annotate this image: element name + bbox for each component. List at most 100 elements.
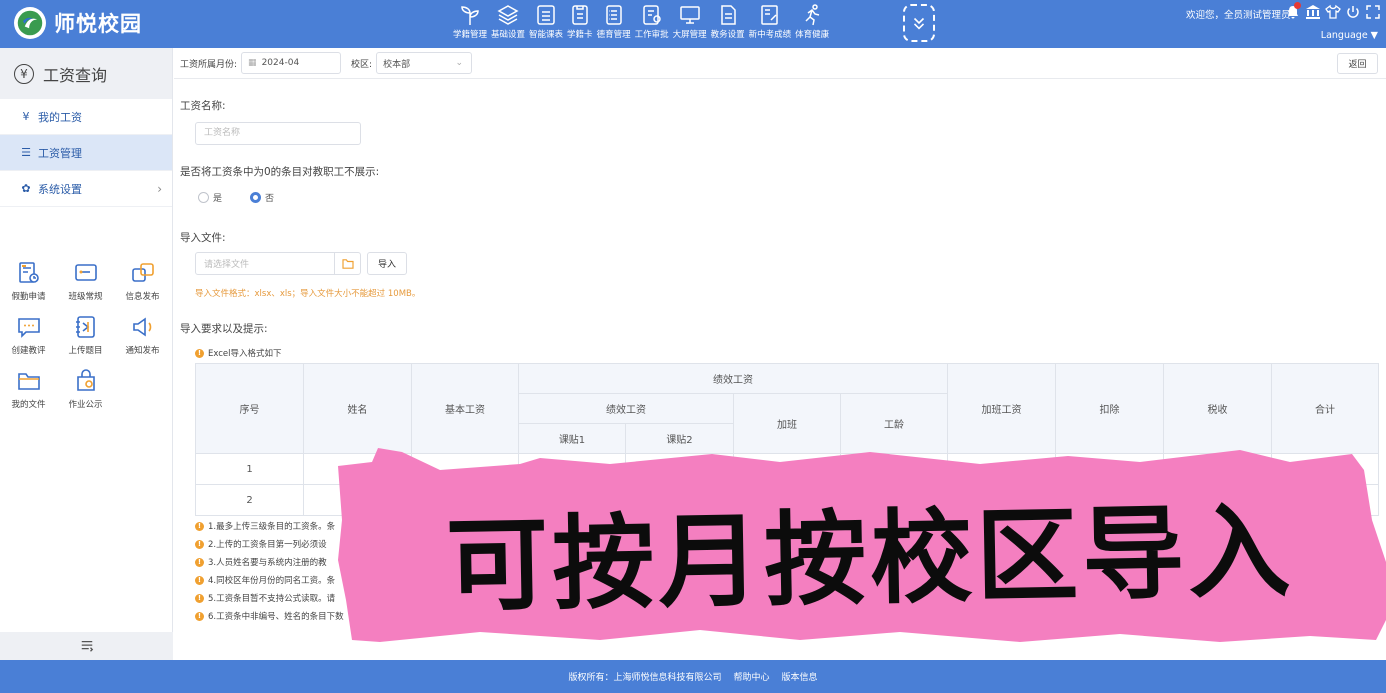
approval-icon bbox=[642, 5, 661, 25]
logo-icon bbox=[14, 7, 46, 39]
table-header: 扣除 bbox=[1055, 363, 1164, 454]
sidebar-item-my-salary[interactable]: ¥ 我的工资 bbox=[0, 99, 172, 135]
excel-format-tip: ! Excel导入格式如下 bbox=[195, 344, 282, 362]
table-header: 课贴1 bbox=[518, 423, 626, 454]
nav-student-card[interactable]: 学籍卡 bbox=[567, 0, 593, 48]
quick-class-routine[interactable]: 班级常规 bbox=[57, 260, 114, 302]
list-item: ! 6.工资条中非编号、姓名的条目下数 bbox=[195, 607, 344, 625]
nav-label: 学籍管理 bbox=[453, 30, 488, 40]
language-selector[interactable]: Language ▼ bbox=[1321, 30, 1378, 41]
version-info-link[interactable]: 版本信息 bbox=[782, 670, 818, 683]
bell-icon[interactable] bbox=[1285, 2, 1301, 20]
nav-sports-health[interactable]: 体育健康 bbox=[795, 0, 829, 48]
nav-label: 学籍卡 bbox=[567, 30, 593, 40]
sidebar-item-label: 我的工资 bbox=[38, 110, 82, 124]
table-row: 2 bbox=[195, 484, 1379, 516]
list-item: ! 5.工资条目暂不支持公式读取。请 bbox=[195, 589, 344, 607]
file-input[interactable]: 请选择文件 bbox=[195, 252, 361, 275]
radio-no[interactable] bbox=[250, 192, 262, 203]
nav-label: 工作审批 bbox=[634, 30, 669, 40]
yen-icon: ¥ bbox=[14, 63, 34, 84]
list-item: ! 3.人员姓名要与系统内注册的教 bbox=[195, 553, 344, 571]
info-icon: ! bbox=[195, 539, 204, 549]
layers-icon bbox=[497, 5, 519, 25]
document-icon bbox=[720, 5, 736, 25]
nav-exam-scores[interactable]: 新中考成绩 bbox=[749, 0, 791, 48]
card-icon bbox=[572, 5, 588, 25]
month-picker[interactable]: ▦ 2024-04 bbox=[241, 52, 342, 74]
table-header: 绩效工资 bbox=[518, 363, 948, 394]
filter-bar: 工资所属月份: ▦ 2024-04 校区: 校本部 ⌄ 返回 bbox=[174, 48, 1386, 79]
radio-yes[interactable] bbox=[198, 192, 209, 203]
info-icon: ! bbox=[195, 521, 204, 531]
nav-academic-settings[interactable]: 教务设置 bbox=[711, 0, 745, 48]
notification-dot bbox=[1294, 2, 1301, 9]
app-logo[interactable]: 师悦校园 bbox=[14, 7, 142, 39]
table-header: 税收 bbox=[1163, 363, 1272, 454]
footer: 版权所有：上海师悦信息科技有限公司 帮助中心 版本信息 bbox=[0, 660, 1386, 693]
table-row: 1 师悦1 bbox=[195, 453, 1379, 485]
yen-icon: ¥ bbox=[22, 110, 30, 123]
quick-create-evaluation[interactable]: 创建教评 bbox=[0, 314, 57, 356]
sidebar-item-system-settings[interactable]: ✿ 系统设置 › bbox=[0, 171, 172, 207]
school-icon[interactable] bbox=[1305, 4, 1321, 20]
quick-info-publish[interactable]: 信息发布 bbox=[114, 260, 171, 302]
class-icon bbox=[74, 264, 97, 281]
table-header: 课贴2 bbox=[625, 423, 734, 454]
salary-name-input[interactable]: 工资名称 bbox=[195, 122, 361, 145]
table-header: 姓名 bbox=[303, 363, 412, 454]
nav-label: 德育管理 bbox=[596, 30, 631, 40]
info-icon: ! bbox=[195, 557, 204, 567]
nav-label: 体育健康 bbox=[795, 30, 830, 40]
table-cell bbox=[303, 484, 412, 516]
folder-icon[interactable] bbox=[334, 253, 360, 274]
sidebar-title: 工资查询 bbox=[43, 65, 108, 85]
campus-select[interactable]: 校本部 ⌄ bbox=[376, 52, 473, 74]
doc-list-icon bbox=[605, 5, 622, 25]
excel-format-table: 序号 姓名 基本工资 绩效工资 加班工资 扣除 税收 合计 绩效工资 加班 工龄… bbox=[195, 363, 1379, 516]
nav-smart-schedule[interactable]: 智能课表 bbox=[529, 0, 563, 48]
table-header: 基本工资 bbox=[411, 363, 519, 454]
nav-label: 教务设置 bbox=[710, 30, 745, 40]
chevron-down-icon: ⌄ bbox=[455, 58, 464, 68]
welcome-text: 欢迎您，全员测试管理员 bbox=[1186, 10, 1291, 21]
quick-leave-request[interactable]: 假勤申请 bbox=[0, 260, 57, 302]
speaker-icon bbox=[132, 317, 151, 337]
nav-student-records[interactable]: 学籍管理 bbox=[453, 0, 487, 48]
monitor-icon bbox=[679, 6, 700, 24]
nav-work-approval[interactable]: 工作审批 bbox=[635, 0, 669, 48]
nav-more-button[interactable] bbox=[903, 4, 935, 42]
nav-basic-settings[interactable]: 基础设置 bbox=[491, 0, 525, 48]
quick-my-files[interactable]: 我的文件 bbox=[0, 368, 57, 410]
list-item: ! 1.最多上传三级条目的工资条。条 bbox=[195, 517, 344, 535]
sprout-icon bbox=[461, 6, 479, 25]
comment-icon bbox=[17, 318, 40, 338]
hide-zero-radio-group: 是 否 bbox=[198, 191, 274, 204]
info-icon: ! bbox=[195, 593, 204, 603]
sidebar-item-salary-management[interactable]: ☰ 工资管理 bbox=[0, 135, 172, 171]
list-item: ! 4.同校区年份月份的同名工资。条 bbox=[195, 571, 344, 589]
info-icon: ! bbox=[195, 348, 204, 358]
table-header: 工龄 bbox=[840, 393, 948, 454]
nav-screen-management[interactable]: 大屏管理 bbox=[673, 0, 707, 48]
sidebar-item-label: 系统设置 bbox=[38, 182, 82, 196]
help-center-link[interactable]: 帮助中心 bbox=[733, 670, 769, 683]
table-header: 加班 bbox=[733, 393, 841, 454]
quick-notice-publish[interactable]: 通知发布 bbox=[114, 314, 171, 356]
score-icon bbox=[761, 5, 778, 25]
import-button[interactable]: 导入 bbox=[367, 252, 407, 275]
fullscreen-icon[interactable] bbox=[1365, 4, 1381, 20]
nav-moral-education[interactable]: 德育管理 bbox=[597, 0, 631, 48]
quick-upload-questions[interactable]: 上传题目 bbox=[57, 314, 114, 356]
app-title: 师悦校园 bbox=[54, 12, 142, 36]
quick-homework-publicity[interactable]: 作业公示 bbox=[57, 368, 114, 410]
chevron-double-down-icon bbox=[913, 17, 925, 30]
file-format-note: 导入文件格式：xlsx、xls；导入文件大小不能超过 10MB。 bbox=[195, 289, 421, 299]
shirt-icon[interactable] bbox=[1325, 4, 1341, 20]
sidebar-collapse-button[interactable] bbox=[0, 632, 173, 660]
table-header: 序号 bbox=[195, 363, 304, 454]
back-button[interactable]: 返回 bbox=[1337, 53, 1378, 74]
power-icon[interactable] bbox=[1345, 4, 1361, 20]
publish-icon bbox=[131, 263, 154, 282]
list-icon bbox=[537, 5, 555, 25]
